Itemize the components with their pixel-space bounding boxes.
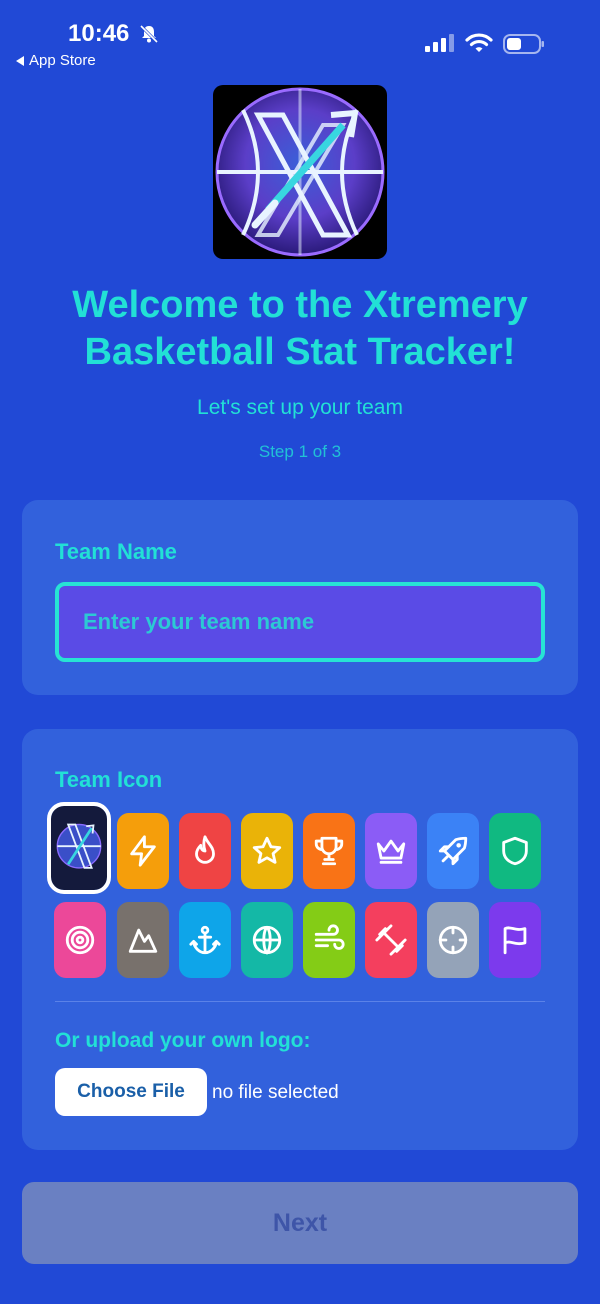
back-arrow-icon: [16, 55, 24, 66]
icon-option-star[interactable]: [241, 813, 293, 889]
lightning-icon: [130, 835, 156, 867]
icon-option-wind[interactable]: [303, 902, 355, 978]
icon-option-trophy[interactable]: [303, 813, 355, 889]
icon-option-flag[interactable]: [489, 902, 541, 978]
globe-icon: [252, 925, 282, 955]
divider: [55, 1001, 545, 1002]
app-logo: [213, 85, 387, 259]
flame-icon: [195, 835, 215, 864]
anchor-icon: [189, 925, 221, 955]
shield-icon: [502, 836, 528, 866]
welcome-title: Welcome to the Xtremery Basketball Stat …: [0, 282, 600, 376]
battery-icon: [503, 34, 544, 54]
file-status-text: no file selected: [212, 1082, 339, 1103]
star-icon: [252, 836, 282, 864]
icon-option-crown[interactable]: [365, 813, 417, 889]
title-line-2: Basketball Stat Tracker!: [84, 331, 516, 373]
icon-option-rocket[interactable]: [427, 813, 479, 889]
status-time: 10:46: [68, 20, 130, 47]
xtremery-logo-icon: [56, 823, 102, 869]
back-label: App Store: [29, 52, 96, 69]
cellular-signal-icon: [425, 34, 454, 52]
subtitle: Let's set up your team: [197, 396, 403, 419]
rocket-icon: [438, 836, 468, 866]
next-button[interactable]: Next: [22, 1182, 578, 1264]
step-indicator: Step 1 of 3: [258, 442, 342, 461]
icon-option-crosshair[interactable]: [427, 902, 479, 978]
mountain-icon: [128, 928, 158, 953]
icon-option-mountain[interactable]: [117, 902, 169, 978]
icon-option-globe[interactable]: [241, 902, 293, 978]
icon-option-shield[interactable]: [489, 813, 541, 889]
wind-icon: [314, 924, 345, 950]
target-icon: [65, 925, 95, 955]
icon-option-target[interactable]: [54, 902, 106, 978]
icon-option-xtremery[interactable]: [47, 802, 111, 894]
dumbbell-icon: [375, 924, 407, 956]
bell-muted-icon: [139, 24, 159, 44]
wifi-icon: [465, 33, 493, 52]
team-name-label: Team Name: [55, 539, 177, 564]
icon-option-dumbbell[interactable]: [365, 902, 417, 978]
icon-option-flame[interactable]: [179, 813, 231, 889]
crown-icon: [376, 839, 406, 864]
title-line-1: Welcome to the Xtremery: [72, 284, 528, 326]
team-icon-card: Team Icon Or upload your own logo: Choos…: [22, 729, 578, 1150]
team-name-card: Team Name: [22, 500, 578, 695]
trophy-icon: [314, 836, 344, 866]
crosshair-icon: [438, 925, 468, 955]
flag-icon: [503, 926, 527, 955]
back-to-app-store[interactable]: App Store: [16, 52, 96, 69]
choose-file-button[interactable]: Choose File: [55, 1068, 207, 1116]
team-name-input[interactable]: [55, 582, 545, 662]
icon-option-lightning[interactable]: [117, 813, 169, 889]
upload-logo-label: Or upload your own logo:: [55, 1029, 311, 1052]
icon-option-anchor[interactable]: [179, 902, 231, 978]
team-icon-label: Team Icon: [55, 767, 163, 792]
